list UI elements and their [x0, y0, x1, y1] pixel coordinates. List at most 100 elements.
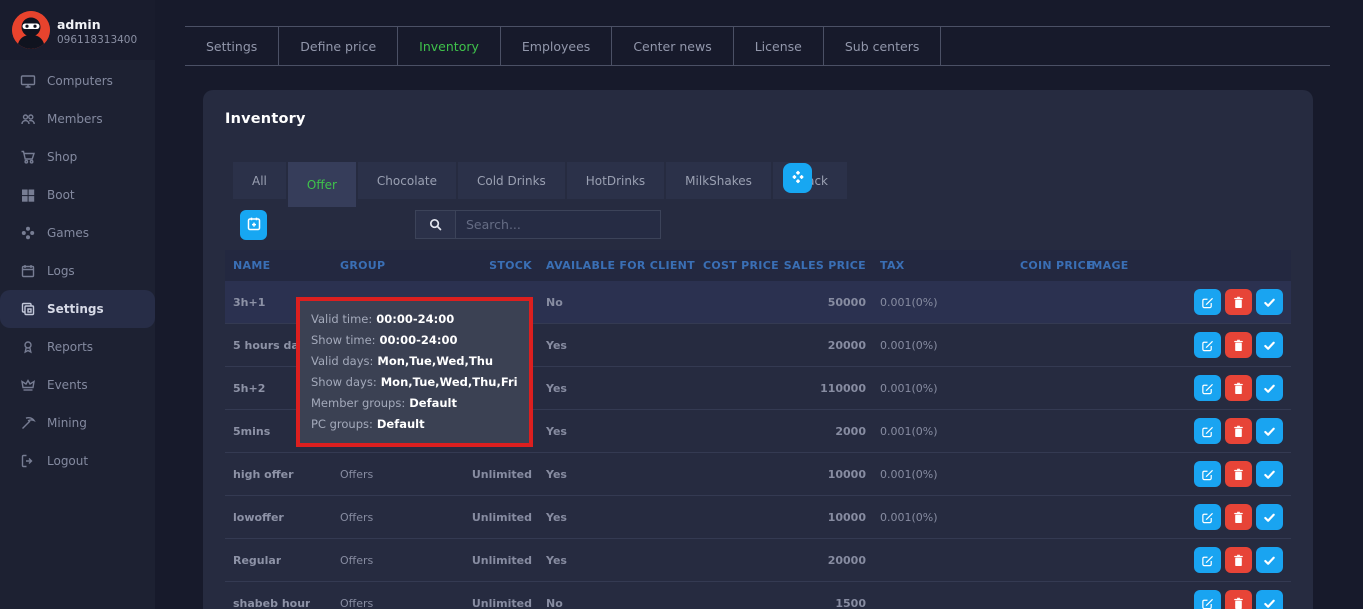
edit-button[interactable] [1194, 418, 1221, 444]
col-name: NAME [233, 250, 270, 281]
sidebar-item-mining[interactable]: Mining [0, 404, 155, 442]
cell-available: No [546, 582, 563, 609]
cell-sales-price: 10000 [765, 496, 866, 538]
category-tab-cold-drinks[interactable]: Cold Drinks [458, 162, 565, 199]
edit-button[interactable] [1194, 332, 1221, 358]
search-icon [416, 211, 456, 238]
delete-button[interactable] [1225, 461, 1252, 487]
tab-employees[interactable]: Employees [501, 27, 612, 65]
cell-sales-price: 1500 [765, 582, 866, 609]
delete-button[interactable] [1225, 375, 1252, 401]
tab-settings[interactable]: Settings [185, 27, 279, 65]
approve-button[interactable] [1256, 375, 1283, 401]
table-row[interactable]: high offer Offers Unlimited Yes 10000 0.… [225, 453, 1291, 496]
diamonds-icon [790, 169, 806, 188]
category-tab-chocolate[interactable]: Chocolate [358, 162, 456, 199]
sidebar-item-logs[interactable]: Logs [0, 252, 155, 290]
cell-tax: 0.001(0%) [880, 496, 938, 538]
sidebar-item-label: Logout [47, 454, 88, 468]
sidebar-profile: admin 096118313400 [0, 0, 155, 60]
cell-tax: 0.001(0%) [880, 367, 938, 409]
edit-button[interactable] [1194, 289, 1221, 315]
row-actions [1194, 324, 1283, 366]
sidebar-item-settings[interactable]: Settings [0, 290, 155, 328]
cell-name: 3h+1 [233, 281, 265, 323]
tab-define-price[interactable]: Define price [279, 27, 398, 65]
table-row[interactable]: lowoffer Offers Unlimited Yes 10000 0.00… [225, 496, 1291, 539]
cell-sales-price: 2000 [765, 410, 866, 452]
layers-icon [20, 301, 36, 317]
approve-button[interactable] [1256, 504, 1283, 530]
cell-sales-price: 110000 [765, 367, 866, 409]
sidebar-item-members[interactable]: Members [0, 100, 155, 138]
sidebar-item-logout[interactable]: Logout [0, 442, 155, 480]
category-tab-milkshakes[interactable]: MilkShakes [666, 162, 771, 199]
tooltip-show-days: Show days:Mon,Tue,Wed,Thu,Fri [311, 372, 518, 393]
delete-button[interactable] [1225, 547, 1252, 573]
category-tab-all[interactable]: All [233, 162, 286, 199]
sidebar-item-label: Boot [47, 188, 75, 202]
sidebar-item-label: Mining [47, 416, 87, 430]
edit-button[interactable] [1194, 461, 1221, 487]
edit-button[interactable] [1194, 375, 1221, 401]
delete-button[interactable] [1225, 418, 1252, 444]
table-row[interactable]: shabeb hour Offers Unlimited No 1500 [225, 582, 1291, 609]
cell-group: Offers [340, 539, 373, 581]
cell-name: shabeb hour [233, 582, 310, 609]
cell-available: Yes [546, 324, 567, 366]
sidebar-item-games[interactable]: Games [0, 214, 155, 252]
cell-sales-price: 20000 [765, 324, 866, 366]
tooltip-show-time: Show time:00:00-24:00 [311, 330, 518, 351]
sidebar-item-reports[interactable]: Reports [0, 328, 155, 366]
delete-button[interactable] [1225, 504, 1252, 530]
edit-button[interactable] [1194, 504, 1221, 530]
cell-stock: Unlimited [455, 539, 532, 581]
delete-button[interactable] [1225, 289, 1252, 315]
tooltip-pc-groups: PC groups:Default [311, 414, 518, 435]
approve-button[interactable] [1256, 461, 1283, 487]
table-row[interactable]: Regular Offers Unlimited Yes 20000 [225, 539, 1291, 582]
approve-button[interactable] [1256, 418, 1283, 444]
delete-button[interactable] [1225, 590, 1252, 609]
sidebar-item-shop[interactable]: Shop [0, 138, 155, 176]
cell-group: Offers [340, 496, 373, 538]
sidebar-item-boot[interactable]: Boot [0, 176, 155, 214]
cell-sales-price: 10000 [765, 453, 866, 495]
tab-sub-centers[interactable]: Sub centers [824, 27, 942, 65]
manage-categories-button[interactable] [783, 163, 812, 193]
approve-button[interactable] [1256, 289, 1283, 315]
cell-name: lowoffer [233, 496, 284, 538]
category-tab-hotdrinks[interactable]: HotDrinks [567, 162, 664, 199]
avatar [12, 11, 50, 49]
schedule-button[interactable] [240, 210, 267, 240]
settings-tab-bar: Settings Define price Inventory Employee… [185, 26, 1330, 66]
row-actions [1194, 453, 1283, 495]
tab-license[interactable]: License [734, 27, 824, 65]
tab-center-news[interactable]: Center news [612, 27, 733, 65]
tooltip-member-groups: Member groups:Default [311, 393, 518, 414]
sidebar-item-label: Settings [47, 302, 104, 316]
tab-inventory[interactable]: Inventory [398, 27, 501, 65]
sidebar-item-events[interactable]: Events [0, 366, 155, 404]
cell-stock: Unlimited [455, 453, 532, 495]
tooltip-valid-days: Valid days:Mon,Tue,Wed,Thu [311, 351, 518, 372]
cell-name: 5mins [233, 410, 270, 452]
approve-button[interactable] [1256, 332, 1283, 358]
category-tab-offer[interactable]: Offer [288, 162, 356, 207]
edit-button[interactable] [1194, 590, 1221, 609]
cell-tax: 0.001(0%) [880, 453, 938, 495]
search-input[interactable] [456, 211, 660, 238]
search-box [415, 210, 661, 239]
sidebar-item-label: Events [47, 378, 88, 392]
col-image: IMAGE [1087, 250, 1129, 281]
sidebar-item-label: Shop [47, 150, 77, 164]
tooltip-valid-time: Valid time:00:00-24:00 [311, 309, 518, 330]
approve-button[interactable] [1256, 590, 1283, 609]
sidebar-item-computers[interactable]: Computers [0, 62, 155, 100]
table-header: NAME GROUP STOCK AVAILABLE FOR CLIENT CO… [225, 250, 1291, 281]
cell-sales-price: 20000 [765, 539, 866, 581]
edit-button[interactable] [1194, 547, 1221, 573]
cell-tax: 0.001(0%) [880, 281, 938, 323]
approve-button[interactable] [1256, 547, 1283, 573]
delete-button[interactable] [1225, 332, 1252, 358]
